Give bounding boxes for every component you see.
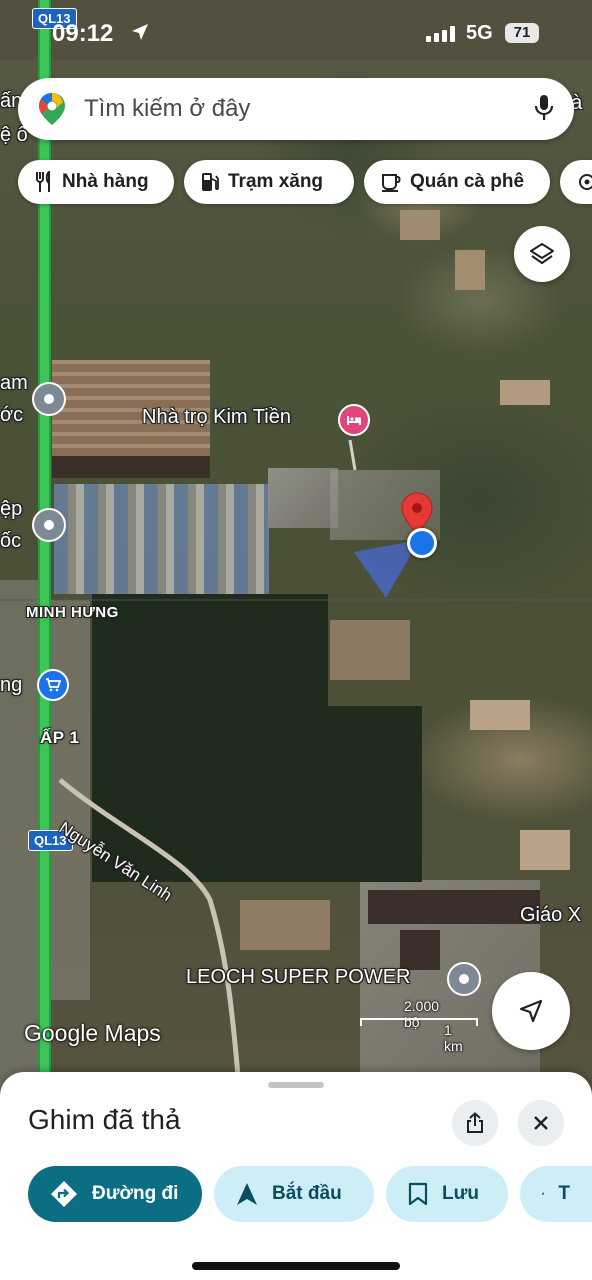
close-button[interactable]: [518, 1100, 564, 1146]
place-label: ệp: [0, 498, 23, 520]
area-label: MINH HƯNG: [26, 604, 119, 621]
save-button[interactable]: Lưu: [386, 1166, 508, 1222]
shopping-cart-icon[interactable]: [37, 669, 69, 701]
chip-gas-stations[interactable]: Trạm xăng: [184, 160, 354, 204]
share-button[interactable]: [452, 1100, 498, 1146]
bookmark-icon: [408, 1182, 428, 1206]
share-icon: [467, 1112, 483, 1133]
chip-label: Trạm xăng: [228, 171, 324, 192]
place-label: Giáo X: [520, 904, 582, 926]
status-bar: 09:12 5G 71: [0, 18, 592, 54]
action-label: Đường đi: [92, 1183, 179, 1204]
current-location-dot: [407, 528, 437, 558]
chip-restaurants[interactable]: Nhà hàng: [18, 160, 174, 204]
my-location-button[interactable]: [492, 972, 570, 1050]
place-label[interactable]: Nhà trọ Kim Tiền: [142, 406, 291, 429]
directions-button[interactable]: Đường đi: [28, 1166, 202, 1222]
label-button[interactable]: T: [520, 1166, 592, 1222]
google-maps-logo-icon: [39, 93, 65, 125]
search-input[interactable]: Tìm kiếm ở đây: [84, 95, 250, 123]
gas-station-icon: [202, 173, 219, 191]
network-type: 5G: [466, 22, 493, 44]
place-bottom-sheet[interactable]: Ghim đã thả Đường đi Bắt đầu Lưu T: [0, 1072, 592, 1280]
microphone-icon[interactable]: [534, 94, 554, 122]
action-label: T: [558, 1183, 570, 1204]
navigation-icon: [237, 1183, 257, 1205]
hotel-icon[interactable]: [338, 404, 370, 436]
area-label: ẤP 1: [40, 728, 80, 747]
battery-icon: 71: [505, 23, 539, 43]
flag-icon: [542, 1192, 545, 1196]
navigation-arrow-icon: [519, 999, 543, 1023]
home-indicator[interactable]: [192, 1262, 400, 1270]
start-button[interactable]: Bắt đầu: [214, 1166, 374, 1222]
settings-icon: [579, 174, 592, 190]
layers-button[interactable]: [514, 226, 570, 282]
layers-icon: [530, 243, 554, 264]
chip-label: Quán cà phê: [410, 171, 525, 192]
action-label: Bắt đầu: [272, 1183, 342, 1204]
coffee-icon: [382, 174, 401, 192]
place-label: ốc: [0, 530, 22, 552]
chip-label: Nhà hàng: [62, 171, 149, 192]
poi-pin[interactable]: [447, 962, 481, 996]
place-label: ớc: [0, 404, 24, 426]
poi-pin[interactable]: [32, 382, 66, 416]
restaurant-icon: [36, 171, 50, 192]
sheet-title: Ghim đã thả: [28, 1104, 181, 1135]
action-label: Lưu: [442, 1183, 479, 1204]
directions-icon: [51, 1181, 77, 1207]
chip-coffee[interactable]: Quán cà phê: [364, 160, 550, 204]
place-label: ng: [0, 674, 23, 696]
close-icon: [534, 1116, 548, 1130]
search-bar[interactable]: Tìm kiếm ở đây: [18, 78, 574, 140]
sheet-drag-handle[interactable]: [268, 1082, 324, 1088]
poi-pin[interactable]: [32, 508, 66, 542]
signal-icon: [426, 26, 455, 42]
google-maps-watermark: Google Maps: [24, 1020, 161, 1046]
place-label: am: [0, 372, 28, 394]
status-time: 09:12: [52, 20, 114, 47]
location-arrow-icon: [132, 24, 148, 40]
place-label[interactable]: LEOCH SUPER POWER: [186, 966, 410, 989]
